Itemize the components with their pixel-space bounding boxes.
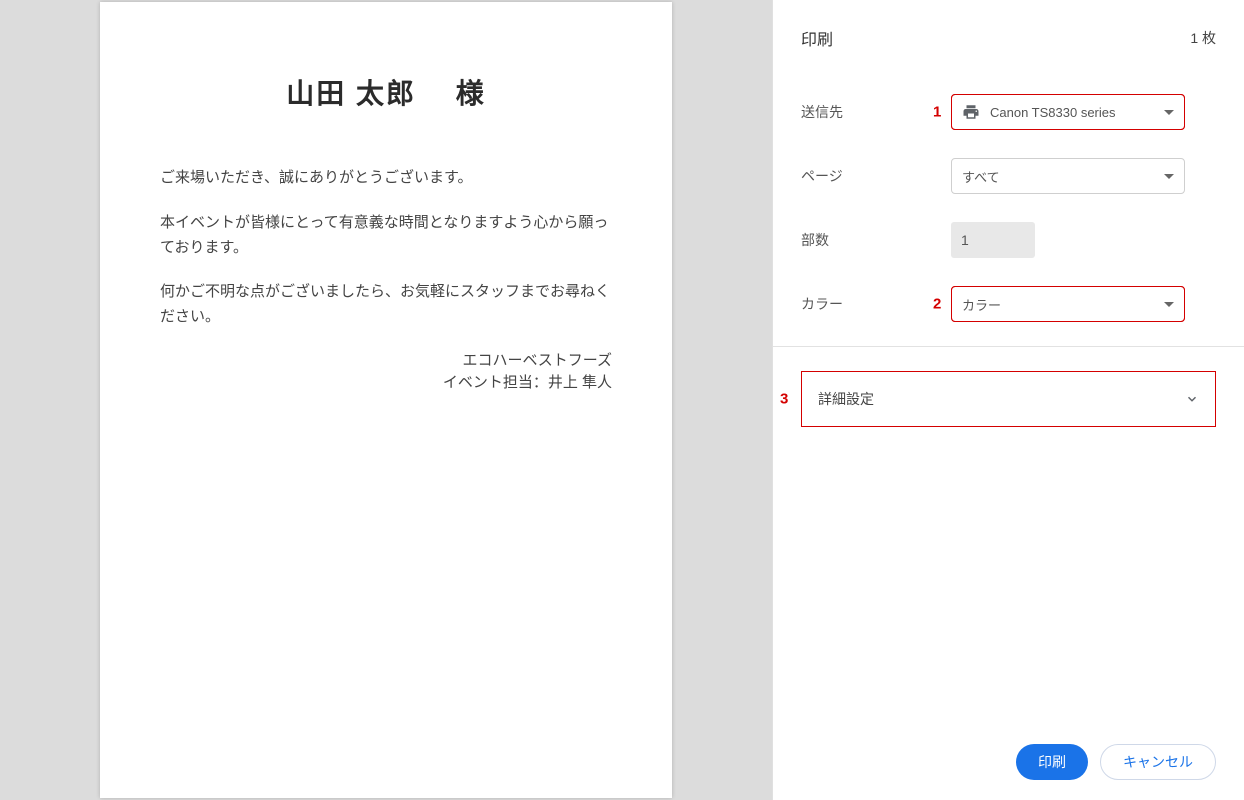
- signature-line: イベント担当：井上 隼人: [160, 372, 612, 395]
- chevron-down-icon: [1185, 392, 1199, 406]
- document-paragraph: 本イベントが皆様にとって有意義な時間となりますよう心から願っております。: [160, 211, 612, 261]
- advanced-settings-toggle[interactable]: 3 詳細設定: [801, 371, 1216, 427]
- color-row: カラー 2 カラー: [773, 272, 1244, 336]
- color-select[interactable]: カラー: [951, 286, 1185, 322]
- copies-input[interactable]: [951, 222, 1035, 258]
- color-label: カラー: [801, 294, 951, 314]
- chevron-down-icon: [1164, 174, 1174, 179]
- pages-select[interactable]: すべて: [951, 158, 1185, 194]
- print-button[interactable]: 印刷: [1016, 744, 1088, 780]
- destination-select[interactable]: Canon TS8330 series: [951, 94, 1185, 130]
- panel-header: 印刷 1 枚: [773, 0, 1244, 80]
- advanced-label: 詳細設定: [818, 389, 874, 409]
- panel-title: 印刷: [801, 26, 833, 50]
- annotation-badge: 3: [780, 391, 788, 408]
- print-preview-area: 山田 太郎 様 ご来場いただき、誠にありがとうございます。 本イベントが皆様にと…: [0, 0, 772, 800]
- annotation-badge: 2: [933, 296, 941, 313]
- document-body: ご来場いただき、誠にありがとうございます。 本イベントが皆様にとって有意義な時間…: [160, 166, 612, 395]
- copies-label: 部数: [801, 230, 951, 250]
- signature-line: エコハーベストフーズ: [160, 350, 612, 373]
- destination-label: 送信先: [801, 102, 951, 122]
- document-title: 山田 太郎 様: [160, 72, 612, 112]
- document-signature: エコハーベストフーズ イベント担当：井上 隼人: [160, 350, 612, 395]
- chevron-down-icon: [1164, 302, 1174, 307]
- pages-value: すべて: [962, 167, 1000, 186]
- cancel-button[interactable]: キャンセル: [1100, 744, 1216, 780]
- pages-row: ページ すべて: [773, 144, 1244, 208]
- destination-value: Canon TS8330 series: [990, 105, 1116, 120]
- divider: [773, 346, 1244, 347]
- document-paragraph: ご来場いただき、誠にありがとうございます。: [160, 166, 612, 191]
- printer-icon: [962, 103, 980, 121]
- color-value: カラー: [962, 295, 1001, 314]
- settings-body: 印刷 1 枚 送信先 1 Canon TS8330 series ペ: [773, 0, 1244, 724]
- copies-row: 部数: [773, 208, 1244, 272]
- document-paragraph: 何かご不明な点がございましたら、お気軽にスタッフまでお尋ねください。: [160, 280, 612, 330]
- panel-footer: 印刷 キャンセル: [773, 724, 1244, 800]
- sheet-count: 1 枚: [1190, 28, 1216, 48]
- preview-page: 山田 太郎 様 ご来場いただき、誠にありがとうございます。 本イベントが皆様にと…: [100, 2, 672, 798]
- print-settings-panel: 印刷 1 枚 送信先 1 Canon TS8330 series ペ: [772, 0, 1244, 800]
- chevron-down-icon: [1164, 110, 1174, 115]
- annotation-badge: 1: [933, 104, 941, 121]
- destination-row: 送信先 1 Canon TS8330 series: [773, 80, 1244, 144]
- pages-label: ページ: [801, 166, 951, 186]
